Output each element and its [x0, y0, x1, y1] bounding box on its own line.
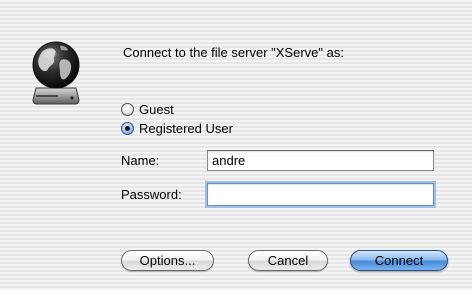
connect-prompt: Connect to the file server "XServe" as:	[123, 45, 344, 60]
guest-radio-button[interactable]	[121, 103, 134, 116]
connect-button[interactable]: Connect	[350, 250, 448, 271]
password-label: Password:	[121, 187, 182, 202]
name-field[interactable]	[207, 150, 434, 171]
name-label: Name:	[121, 153, 160, 168]
guest-radio-option[interactable]: Guest	[121, 102, 174, 117]
registered-user-radio-option[interactable]: Registered User	[121, 121, 233, 136]
file-server-globe-icon	[32, 41, 80, 105]
cancel-button[interactable]: Cancel	[248, 250, 328, 271]
connect-to-server-dialog: Connect to the file server "XServe" as: …	[0, 0, 472, 290]
registered-user-radio-label: Registered User	[139, 121, 233, 136]
registered-user-radio-button[interactable]	[121, 122, 134, 135]
guest-radio-label: Guest	[139, 102, 174, 117]
password-field[interactable]	[207, 183, 434, 206]
options-button[interactable]: Options...	[121, 250, 214, 271]
